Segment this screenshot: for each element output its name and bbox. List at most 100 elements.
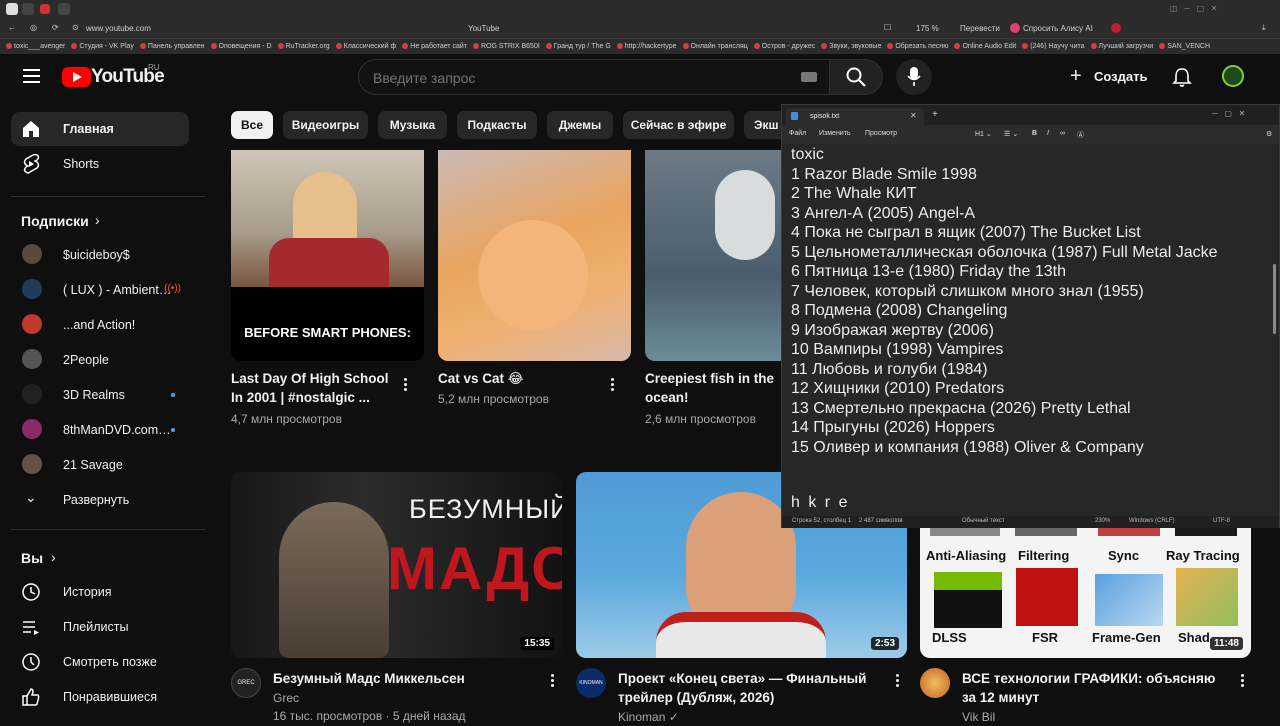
channel-avatar[interactable]: KINOMAN bbox=[576, 668, 606, 698]
bookmark-item[interactable]: SAN_VENCH bbox=[1159, 39, 1210, 54]
bookmark-item[interactable]: Панель управлен bbox=[139, 39, 205, 54]
zoom-level[interactable]: 175 % bbox=[916, 24, 939, 33]
tab-list-icon[interactable] bbox=[22, 3, 34, 15]
bookmark-item[interactable]: Гранд тур / The G bbox=[545, 39, 611, 54]
new-tab-icon[interactable] bbox=[58, 3, 70, 15]
search-button[interactable] bbox=[829, 59, 883, 95]
bookmark-item[interactable]: http://hackertype bbox=[616, 39, 677, 54]
video-title[interactable]: ВСЕ технологии ГРАФИКИ: объясняю за 12 м… bbox=[962, 669, 1232, 707]
notifications-bell-icon[interactable] bbox=[1172, 67, 1192, 87]
more-actions-icon[interactable] bbox=[1241, 674, 1245, 688]
sidebar-item-liked[interactable]: Понравившиеся bbox=[11, 680, 189, 714]
browser-logo-icon[interactable] bbox=[6, 3, 18, 15]
bookmark-item[interactable]: Классический ф bbox=[335, 39, 396, 54]
new-tab-icon[interactable]: + bbox=[932, 109, 938, 120]
menu-icon[interactable] bbox=[23, 69, 40, 83]
voice-search-button[interactable] bbox=[896, 59, 932, 95]
bookmark-item[interactable]: RuTracker.org bbox=[277, 39, 330, 54]
keyboard-icon[interactable] bbox=[801, 72, 817, 82]
sidebar-subscription[interactable]: 2People bbox=[11, 343, 189, 377]
bookmark-item[interactable]: ROG STRIX B650I bbox=[473, 39, 540, 54]
sidebar-item-shorts[interactable]: Shorts bbox=[11, 147, 189, 181]
chip-all[interactable]: Все bbox=[231, 111, 273, 139]
window-controls[interactable]: ◫ ─ ▢ ✕ bbox=[1170, 4, 1218, 13]
channel-avatar[interactable]: GREC bbox=[231, 668, 261, 698]
channel-name[interactable]: Vik Bil bbox=[962, 709, 995, 726]
video-title[interactable]: Cat vs Cat 😂 bbox=[438, 369, 603, 388]
refresh-icon[interactable]: ⟳ bbox=[52, 23, 59, 32]
ask-alice-button[interactable]: Спросить Алису AI bbox=[1023, 24, 1093, 33]
video-thumbnail[interactable] bbox=[645, 150, 781, 361]
notepad-tab[interactable]: spisok.txt ✕ bbox=[786, 108, 924, 125]
video-title[interactable]: Creepiest fish in the ocean! bbox=[645, 369, 775, 407]
video-title[interactable]: Безумный Мадс Миккельсен bbox=[273, 669, 533, 688]
sidebar-subscription[interactable]: ...and Action! bbox=[11, 308, 189, 342]
bookmark-item[interactable]: Онлайн трансляц bbox=[682, 39, 748, 54]
chip-podcasts[interactable]: Подкасты bbox=[457, 111, 537, 139]
notepad-editor[interactable]: toxic 1 Razor Blade Smile 1998 2 The Whale… bbox=[782, 144, 1279, 516]
youtube-tab-icon[interactable] bbox=[40, 4, 50, 14]
you-heading[interactable]: Вы › bbox=[11, 545, 91, 571]
sidebar-item-history[interactable]: История bbox=[11, 575, 189, 609]
window-controls[interactable]: ─ ▢ ✕ bbox=[1212, 109, 1245, 118]
video-thumbnail[interactable]: BEFORE SMART PHONES: bbox=[231, 150, 424, 361]
italic-icon[interactable]: I bbox=[1047, 130, 1049, 137]
site-info-icon[interactable]: ⊙ bbox=[72, 23, 79, 32]
bookmark-item[interactable]: Оповещения - D bbox=[210, 39, 272, 54]
bookmark-item[interactable]: Не работает сайт bbox=[402, 39, 467, 54]
more-actions-icon[interactable] bbox=[404, 378, 408, 392]
back-icon[interactable]: ← bbox=[8, 23, 16, 32]
more-actions-icon[interactable] bbox=[611, 378, 615, 392]
clear-format-icon[interactable]: Ⓐ bbox=[1077, 130, 1084, 140]
chip-jams[interactable]: Джемы bbox=[547, 111, 613, 139]
sidebar-subscription[interactable]: 8thManDVD.com… bbox=[11, 413, 189, 447]
bold-icon[interactable]: B bbox=[1032, 130, 1037, 137]
create-button[interactable]: + Создать bbox=[1062, 59, 1152, 95]
bookmark-item[interactable]: Остров - дружес bbox=[753, 39, 815, 54]
user-avatar[interactable] bbox=[1222, 65, 1244, 87]
sidebar-subscription[interactable]: 21 Savage bbox=[11, 448, 189, 482]
more-actions-icon[interactable] bbox=[896, 674, 900, 688]
menu-edit[interactable]: Изменить bbox=[819, 130, 851, 137]
youtube-logo-icon[interactable] bbox=[62, 67, 91, 87]
extension-icon[interactable] bbox=[1111, 23, 1121, 33]
bookmark-item[interactable]: Лучший загрузчи bbox=[1090, 39, 1153, 54]
sidebar-subscription[interactable]: $uicideboy$ bbox=[11, 238, 189, 272]
settings-icon[interactable]: ⚙ bbox=[1266, 130, 1272, 138]
bookmark-item[interactable]: Звуки, звуковые bbox=[821, 39, 881, 54]
sidebar-expand[interactable]: ⌄ Развернуть bbox=[11, 483, 189, 517]
sidebar-item-watch-later[interactable]: Смотреть позже bbox=[11, 645, 189, 679]
bookmark-item[interactable]: toxic___avenger bbox=[6, 39, 65, 54]
link-icon[interactable]: ∞ bbox=[1060, 130, 1065, 137]
menu-file[interactable]: Файл bbox=[789, 130, 806, 137]
video-title[interactable]: Проект «Конец света» — Финальный трейлер… bbox=[618, 669, 878, 707]
search-input[interactable] bbox=[373, 69, 773, 87]
search-box[interactable] bbox=[358, 59, 830, 95]
bookmark-item[interactable]: Обрезать песню bbox=[887, 39, 948, 54]
video-thumbnail[interactable] bbox=[438, 150, 631, 361]
downloads-icon[interactable]: ⤓ bbox=[1262, 23, 1266, 33]
more-actions-icon[interactable] bbox=[551, 674, 555, 688]
list-icon[interactable]: ☰ ⌄ bbox=[1004, 130, 1018, 138]
notepad-scrollbar[interactable] bbox=[1273, 264, 1276, 334]
close-tab-icon[interactable]: ✕ bbox=[910, 111, 917, 120]
video-title[interactable]: Last Day Of High School In 2001 | #nosta… bbox=[231, 369, 396, 407]
channel-name[interactable]: Grec bbox=[273, 690, 299, 707]
menu-view[interactable]: Просмотр bbox=[865, 130, 897, 137]
sidebar-item-playlists[interactable]: Плейлисты bbox=[11, 610, 189, 644]
bookmark-item[interactable]: Студия - VK Play bbox=[71, 39, 134, 54]
heading-dropdown[interactable]: H1 ⌄ bbox=[975, 130, 992, 138]
bookmark-item[interactable]: Online Audio Edit bbox=[954, 39, 1016, 54]
chip-videogames[interactable]: Видеоигры bbox=[283, 111, 368, 139]
video-thumbnail[interactable]: БЕЗУМНЫЙ МАДС 15:35 bbox=[231, 472, 562, 658]
shield-icon[interactable]: ◎ bbox=[30, 23, 37, 32]
video-thumbnail[interactable]: Anti-Aliasing Filtering Sync Ray Tracing… bbox=[920, 528, 1251, 658]
url-text[interactable]: www.youtube.com bbox=[86, 24, 151, 33]
translate-button[interactable]: Перевести bbox=[960, 24, 1000, 33]
sidebar-subscription[interactable]: 3D Realms bbox=[11, 378, 189, 412]
channel-avatar[interactable] bbox=[920, 668, 950, 698]
subscriptions-heading[interactable]: Подписки › bbox=[11, 208, 131, 234]
chip-music[interactable]: Музыка bbox=[378, 111, 447, 139]
bookmark-item[interactable]: (246) Научу чита bbox=[1022, 39, 1085, 54]
bookmark-icon[interactable]: ☐ bbox=[884, 23, 891, 32]
